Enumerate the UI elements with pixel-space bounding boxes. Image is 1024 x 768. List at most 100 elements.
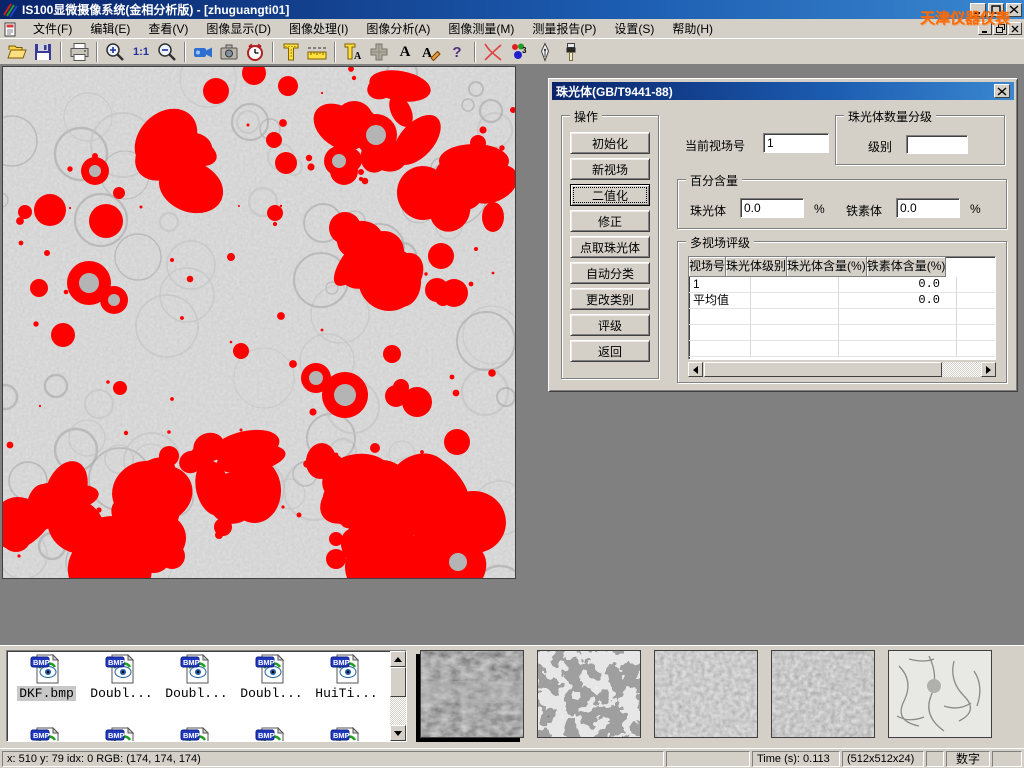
menu-items: 文件(F)编辑(E)查看(V)图像显示(D)图像处理(I)图像分析(A)图像测量… [24,18,722,39]
particle-count-button[interactable]: 3 [506,41,532,64]
pearlite-percent-input[interactable] [740,198,804,218]
maximize-icon [991,5,1001,14]
grade-input[interactable] [906,135,968,154]
file-item[interactable]: BMP Doubl... [84,727,159,742]
file-item[interactable]: BMP DKF.bmp [9,654,84,701]
file-item[interactable]: BMP HuiTi... [309,727,384,742]
file-item[interactable]: BMP Doubl... [234,727,309,742]
operation-button[interactable]: 评级 [570,314,650,336]
scroll-right-button[interactable] [981,362,996,377]
scroll-down-button[interactable] [390,725,406,741]
hscroll-track[interactable] [942,362,981,377]
file-item[interactable]: BMP Doubl... [159,727,234,742]
menu-item[interactable]: 图像分析(A) [357,18,439,39]
close-button[interactable] [1006,3,1022,17]
open-file-button[interactable] [4,41,30,64]
thumbnail-5[interactable] [888,650,992,738]
scroll-up-button[interactable] [390,651,406,667]
menu-item[interactable]: 查看(V) [139,18,197,39]
menu-item[interactable]: 图像显示(D) [197,18,280,39]
operation-button[interactable]: 自动分类 [570,262,650,284]
bmp-file-icon: BMP [180,654,214,684]
cell-pearlite-grade [751,293,839,309]
file-list-vscrollbar[interactable] [390,651,406,741]
file-item[interactable]: BMP Doubl... [159,654,234,701]
minimize-button[interactable] [970,3,986,17]
thumbnail-2[interactable] [537,650,641,738]
operation-button[interactable]: 二值化 [570,184,650,206]
table-header-cell[interactable]: 珠光体级别 [726,257,787,277]
operation-button[interactable]: 新视场 [570,158,650,180]
help-button[interactable]: ? [444,41,470,64]
print-button[interactable] [66,41,92,64]
vscroll-thumb[interactable] [390,667,406,697]
thumbnail-1[interactable] [420,650,524,738]
scroll-left-button[interactable] [688,362,703,377]
operation-button[interactable]: 点取珠光体 [570,236,650,258]
text-annotation-button[interactable]: A [392,41,418,64]
photo-capture-button[interactable] [216,41,242,64]
operation-button[interactable]: 初始化 [570,132,650,154]
pen-tool-icon [534,41,556,63]
actual-size-button[interactable]: 1:1 [128,41,154,64]
child-restore-button[interactable] [993,22,1007,35]
file-item[interactable]: BMP DKF.bmp [9,727,84,742]
zoom-out-button[interactable] [154,41,180,64]
empty-row [689,341,995,357]
grid-tool-button[interactable] [366,41,392,64]
timer-clock-icon [244,41,266,63]
child-minimize-button[interactable] [978,22,992,35]
operation-button[interactable]: 返回 [570,340,650,362]
dialog-close-button[interactable] [994,84,1010,98]
file-item[interactable]: BMP HuiTi... [309,654,384,701]
save-button[interactable] [30,41,56,64]
svg-text:3: 3 [522,46,527,55]
hscroll-thumb[interactable] [704,362,942,377]
menu-item[interactable]: 测量报告(P) [523,18,605,39]
status-empty-panel [666,751,750,767]
operation-button[interactable]: 更改类别 [570,288,650,310]
operation-button[interactable]: 修正 [570,210,650,232]
menu-item[interactable]: 设置(S) [605,18,663,39]
file-list[interactable]: BMP DKF.bmp [6,650,407,742]
maximize-button[interactable] [988,3,1004,17]
table-header-cell[interactable]: 铁素体含量(%) [867,257,947,277]
measure-text-button[interactable]: A [340,41,366,64]
menu-item[interactable]: 编辑(E) [81,18,139,39]
micrograph-image[interactable] [2,66,516,579]
ferrite-label: 铁素体 [846,202,882,219]
table-row[interactable]: 平均值 0.0 [689,293,995,309]
table-header-cell[interactable]: 视场号 [689,257,726,277]
thumbnail-3[interactable] [654,650,758,738]
cell-field-number: 1 [689,277,751,293]
menu-item[interactable]: 图像处理(I) [280,18,357,39]
timer-button[interactable] [242,41,268,64]
caliper-button[interactable] [278,41,304,64]
table-row[interactable]: 1 0.0 [689,277,995,293]
ruler-button[interactable] [304,41,330,64]
menu-item[interactable]: 文件(F) [24,18,81,39]
pen-tool-button[interactable] [532,41,558,64]
menu-item[interactable]: 图像测量(M) [439,18,523,39]
zoom-in-button[interactable] [102,41,128,64]
table-header-cell[interactable]: 珠光体含量(%) [787,257,867,277]
calibration-curve-button[interactable] [480,41,506,64]
toolbar-separator [272,42,274,62]
child-close-button[interactable] [1008,22,1022,35]
text-edit-button[interactable]: A [418,41,444,64]
percent-group-label: 百分含量 [686,172,742,189]
rating-table: 视场号珠光体级别珠光体含量(%)铁素体含量(%) 1 0.0 平均值 [688,256,996,360]
minimize-icon [981,25,989,33]
operation-buttons: 初始化新视场二值化修正点取珠光体自动分类更改类别评级返回 [562,116,658,362]
video-capture-button[interactable] [190,41,216,64]
file-item[interactable]: BMP Doubl... [84,654,159,701]
file-item[interactable]: BMP Doubl... [234,654,309,701]
dialog-title-bar[interactable]: 珠光体(GB/T9441-88) [552,82,1014,100]
ferrite-percent-input[interactable] [896,198,960,218]
thumbnail-4[interactable] [771,650,875,738]
brush-tool-button[interactable] [558,41,584,64]
current-field-input[interactable] [763,133,829,153]
table-hscrollbar[interactable] [688,362,996,377]
document-icon [2,21,18,37]
menu-item[interactable]: 帮助(H) [663,18,722,39]
